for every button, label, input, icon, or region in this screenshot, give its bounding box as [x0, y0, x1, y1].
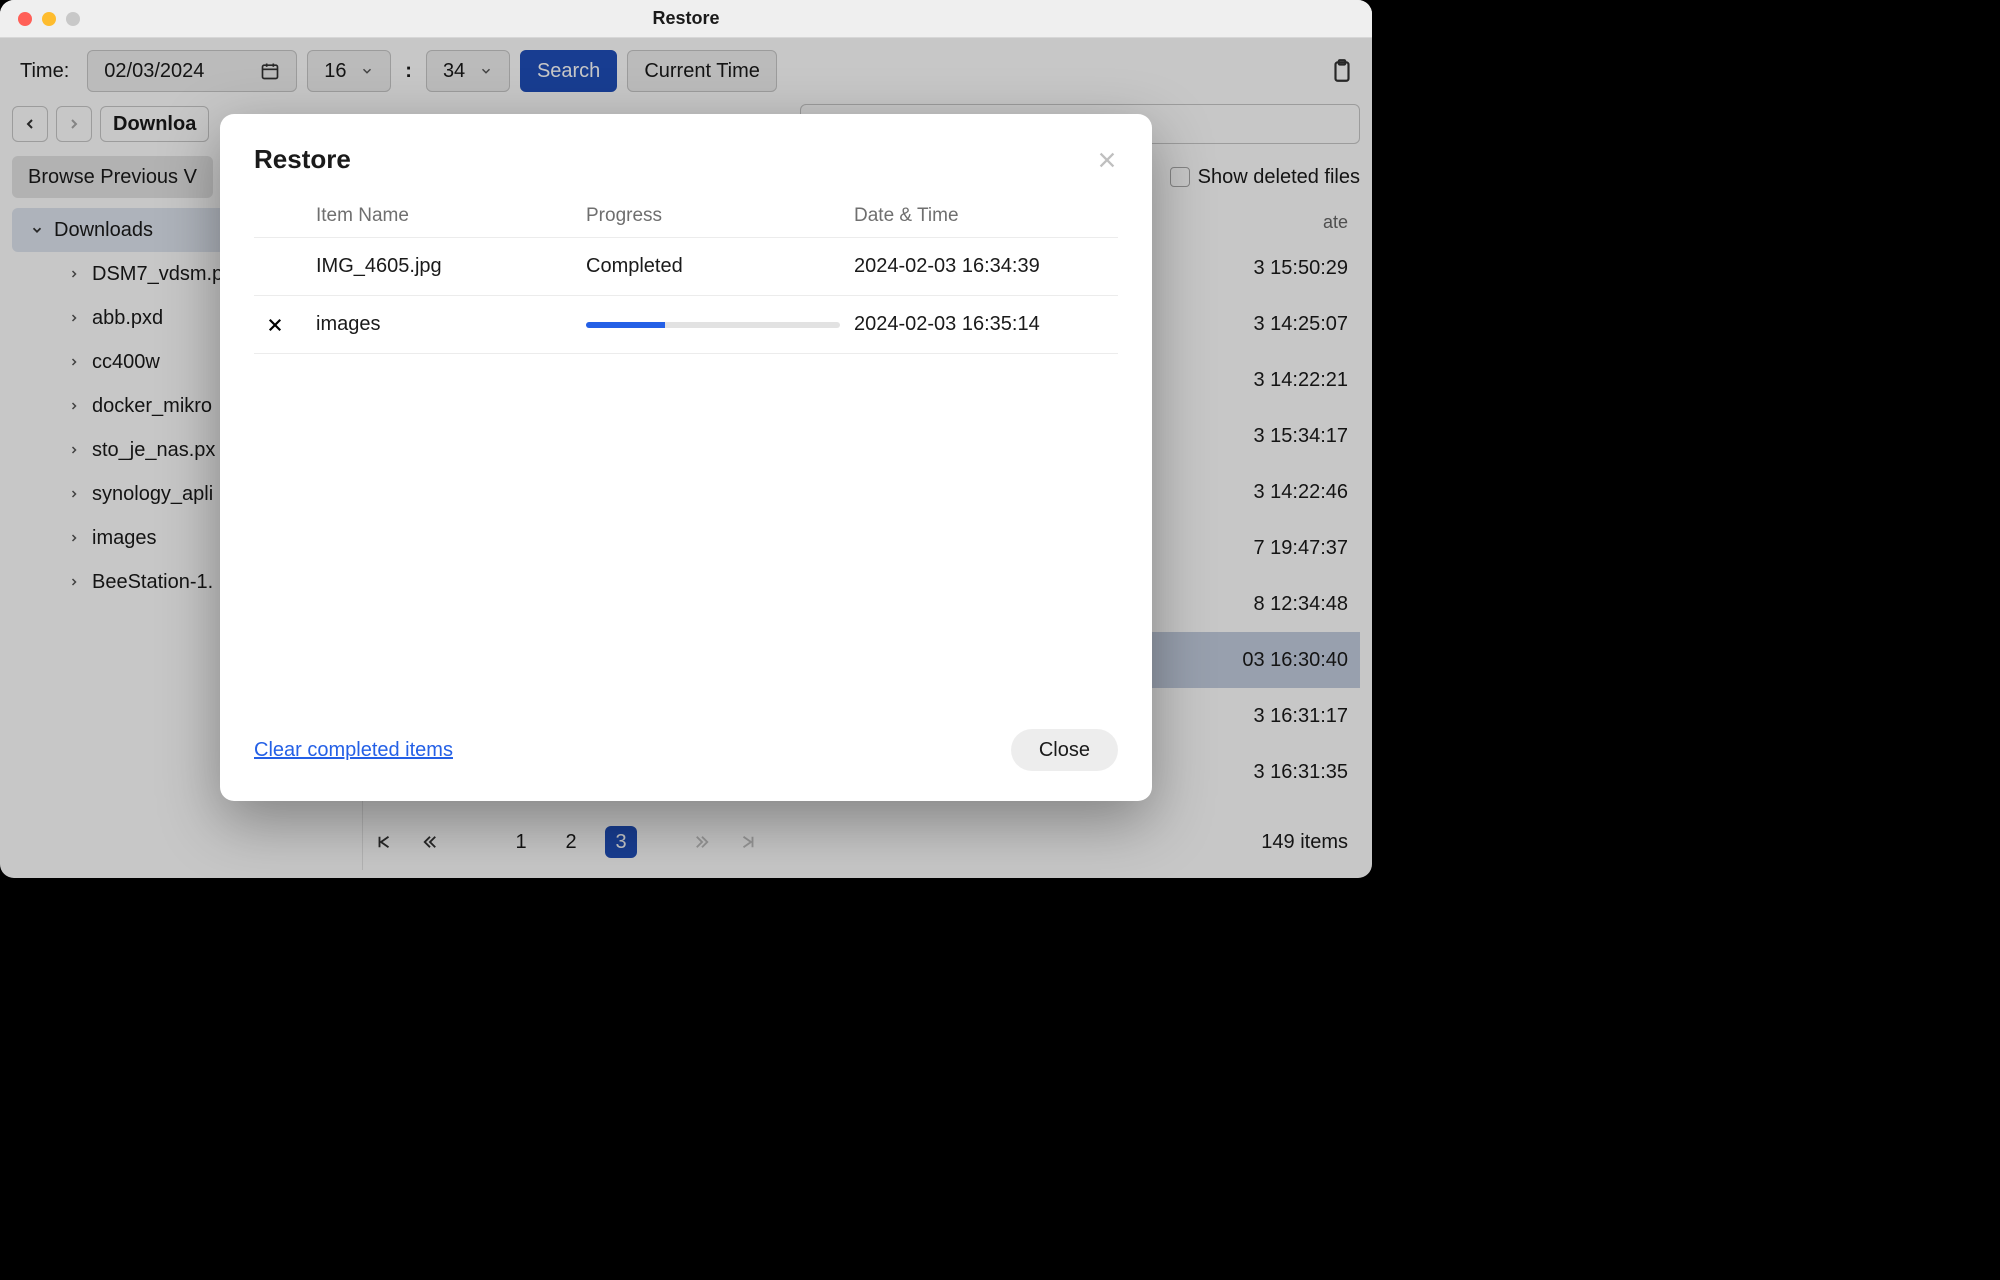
checkbox-icon	[1170, 167, 1190, 187]
restore-item-name: IMG_4605.jpg	[316, 255, 586, 278]
file-date: 7 19:47:37	[1253, 537, 1348, 560]
forward-button[interactable]	[56, 106, 92, 142]
chevron-right-icon	[68, 268, 82, 280]
current-time-label: Current Time	[644, 60, 760, 83]
file-date: 3 14:25:07	[1253, 313, 1348, 336]
chevron-right-icon	[68, 312, 82, 324]
minute-select[interactable]: 34	[426, 50, 510, 92]
time-label: Time:	[12, 60, 77, 83]
file-date: 8 12:34:48	[1253, 593, 1348, 616]
modal-footer: Clear completed items Close	[254, 729, 1118, 771]
chevron-right-icon	[68, 400, 82, 412]
calendar-icon	[260, 61, 280, 81]
chevron-right-icon	[68, 444, 82, 456]
hour-value: 16	[324, 60, 346, 83]
tree-item-label: images	[92, 527, 156, 550]
time-colon: :	[401, 60, 416, 83]
tree-item-label: DSM7_vdsm.p	[92, 263, 223, 286]
chevron-right-icon	[68, 488, 82, 500]
file-date: 3 14:22:21	[1253, 369, 1348, 392]
modal-col-progress: Progress	[586, 205, 854, 227]
tree-item-label: sto_je_nas.px	[92, 439, 215, 462]
restore-row: images 2024-02-03 16:35:14	[254, 296, 1118, 354]
items-count: 149 items	[1261, 831, 1348, 854]
tree-item-label: docker_mikro	[92, 395, 212, 418]
minute-value: 34	[443, 60, 465, 83]
back-button[interactable]	[12, 106, 48, 142]
restore-date: 2024-02-03 16:35:14	[854, 313, 1118, 336]
file-date: 3 15:34:17	[1253, 425, 1348, 448]
file-date: 3 14:22:46	[1253, 481, 1348, 504]
browse-versions-label: Browse Previous V	[28, 166, 197, 189]
modal-col-item: Item Name	[316, 205, 586, 227]
show-deleted-label: Show deleted files	[1198, 166, 1360, 189]
date-value: 02/03/2024	[104, 60, 204, 83]
restore-item-name: images	[316, 313, 586, 336]
pager: 1 2 3 149 items	[375, 820, 1348, 864]
chevron-right-icon	[68, 532, 82, 544]
search-button[interactable]: Search	[520, 50, 617, 92]
page-3[interactable]: 3	[605, 826, 637, 858]
prev-page-icon[interactable]	[421, 833, 449, 851]
chevron-down-icon	[479, 64, 493, 78]
page-2[interactable]: 2	[555, 826, 587, 858]
file-date: 3 15:50:29	[1253, 257, 1348, 280]
current-time-button[interactable]: Current Time	[627, 50, 777, 92]
chevron-down-icon	[360, 64, 374, 78]
breadcrumb-label: Downloa	[113, 113, 196, 136]
file-date: 3 16:31:35	[1253, 761, 1348, 784]
restore-row: IMG_4605.jpgCompleted2024-02-03 16:34:39	[254, 238, 1118, 296]
file-date: 03 16:30:40	[1242, 649, 1348, 672]
close-button-label: Close	[1039, 739, 1090, 762]
time-toolbar: Time: 02/03/2024 16 : 34 S	[12, 50, 1360, 92]
restore-date: 2024-02-03 16:34:39	[854, 255, 1118, 278]
browse-versions-button[interactable]: Browse Previous V	[12, 156, 213, 198]
hour-select[interactable]: 16	[307, 50, 391, 92]
restore-modal: Restore Item Name Progress Date & Time I…	[220, 114, 1152, 801]
modal-title: Restore	[254, 144, 351, 175]
modal-col-date: Date & Time	[854, 205, 1118, 227]
tree-item-label: abb.pxd	[92, 307, 163, 330]
clear-completed-link[interactable]: Clear completed items	[254, 739, 453, 762]
restore-progress: Completed	[586, 255, 854, 278]
progress-bar	[586, 322, 840, 328]
breadcrumb[interactable]: Downloa	[100, 106, 209, 142]
modal-header: Restore	[254, 144, 1118, 175]
search-button-label: Search	[537, 60, 600, 83]
tree-item-label: synology_apli	[92, 483, 213, 506]
first-page-icon[interactable]	[375, 833, 403, 851]
next-page-icon[interactable]	[693, 833, 721, 851]
date-column-header[interactable]: ate	[1323, 212, 1348, 233]
page-1[interactable]: 1	[505, 826, 537, 858]
close-button[interactable]: Close	[1011, 729, 1118, 771]
date-picker[interactable]: 02/03/2024	[87, 50, 297, 92]
close-icon[interactable]	[1096, 149, 1118, 171]
chevron-right-icon	[68, 356, 82, 368]
chevron-down-icon	[30, 223, 44, 237]
window-title: Restore	[0, 8, 1372, 29]
restore-progress	[586, 322, 854, 328]
last-page-icon[interactable]	[739, 833, 767, 851]
tree-item-label: BeeStation-1.	[92, 571, 213, 594]
clipboard-icon[interactable]	[1324, 53, 1360, 89]
tree-item-label: cc400w	[92, 351, 160, 374]
chevron-right-icon	[68, 576, 82, 588]
file-date: 3 16:31:17	[1253, 705, 1348, 728]
modal-table-header: Item Name Progress Date & Time	[254, 205, 1118, 238]
tree-root-label: Downloads	[54, 219, 153, 242]
app-window: Restore Time: 02/03/2024 16 : 34	[0, 0, 1372, 878]
show-deleted-toggle[interactable]: Show deleted files	[1170, 166, 1360, 189]
cancel-icon[interactable]	[266, 316, 284, 334]
titlebar: Restore	[0, 0, 1372, 38]
